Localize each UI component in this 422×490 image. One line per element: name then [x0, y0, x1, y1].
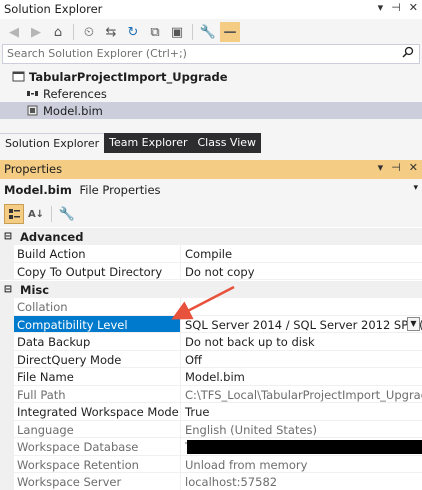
property-name: Workspace Server — [14, 473, 181, 490]
property-value — [181, 298, 422, 316]
pin-icon[interactable]: ⊣ — [391, 1, 401, 14]
object-selector[interactable]: Model.bim File Properties ▾ — [0, 181, 422, 200]
close-icon[interactable]: ✕ — [409, 161, 418, 174]
back-icon[interactable]: ◀ — [4, 22, 24, 42]
property-name: Collation — [14, 298, 181, 316]
search-placeholder: Search Solution Explorer (Ctrl+;) — [7, 47, 187, 60]
property-value: T — [181, 438, 422, 456]
compatibility-level-combo[interactable]: SQL Server 2014 / SQL Server 2012 SP1 (1… — [181, 316, 422, 333]
home-icon[interactable]: ⌂ — [48, 22, 68, 42]
properties-wrench-icon[interactable]: 🔧 — [198, 22, 218, 42]
property-row[interactable]: Integrated Workspace Mode True — [0, 403, 422, 421]
properties-titlebar[interactable]: Properties ▾ ⊣ ✕ — [0, 160, 422, 179]
solution-explorer-title: Solution Explorer — [4, 2, 103, 16]
property-name: Compatibility Level — [14, 315, 181, 333]
toolbar-divider — [192, 24, 193, 40]
category-advanced[interactable]: ⊟ Advanced — [0, 228, 422, 245]
tabs-filler — [261, 133, 422, 153]
dropdown-arrow-icon[interactable]: ▾ — [378, 161, 384, 174]
tree-item-label: TabularProjectImport_Upgrade — [29, 69, 228, 84]
property-row[interactable]: File Name Model.bim — [0, 368, 422, 386]
tab-team-explorer[interactable]: Team Explorer — [104, 133, 193, 153]
pin-icon[interactable]: ⊣ — [391, 161, 401, 174]
property-value: localhost:57582 — [181, 473, 422, 490]
property-grid: ⊟ Advanced Build Action Compile Copy To … — [0, 227, 422, 490]
property-value: C:\TFS_Local\TabularProjectImport_Upgrad… — [181, 386, 422, 403]
property-value: English (United States) — [181, 421, 422, 438]
close-icon[interactable]: ✕ — [409, 1, 418, 14]
chevron-down-icon[interactable]: ▾ — [413, 183, 418, 193]
properties-toolbar: A↓ 🔧 — [0, 203, 422, 225]
property-row[interactable]: Workspace Server localhost:57582 — [0, 473, 422, 490]
collapse-icon[interactable]: ⊟ — [2, 231, 14, 243]
property-row[interactable]: Copy To Output Directory Do not copy — [0, 262, 422, 280]
property-value[interactable]: Do not back up to disk — [181, 333, 422, 351]
show-all-files-icon[interactable]: ▣ — [167, 22, 187, 42]
categorized-icon[interactable] — [4, 204, 24, 224]
property-row[interactable]: Workspace Database T — [0, 438, 422, 456]
sync-icon[interactable]: ⇆ — [101, 22, 121, 42]
property-name: Language — [14, 420, 181, 438]
history-icon[interactable]: ⏲ — [79, 22, 99, 42]
dropdown-arrow-icon[interactable]: ▾ — [378, 1, 384, 14]
tree-item-model-bim[interactable]: Model.bim — [0, 102, 422, 119]
property-name: Full Path — [14, 385, 181, 403]
property-name: Workspace Database — [14, 438, 181, 456]
solution-explorer-titlebar[interactable]: Solution Explorer ▾ ⊣ ✕ — [0, 0, 422, 19]
search-icon[interactable] — [402, 46, 414, 61]
category-misc[interactable]: ⊟ Misc — [0, 281, 422, 298]
model-file-icon — [26, 104, 39, 117]
property-name: Integrated Workspace Mode — [14, 403, 181, 421]
property-name: Build Action — [14, 245, 181, 263]
tree-item-references[interactable]: References — [26, 85, 107, 102]
property-value: Unload from memory — [181, 456, 422, 473]
references-icon — [26, 87, 39, 100]
property-name: Copy To Output Directory — [14, 262, 181, 280]
property-name: Data Backup — [14, 333, 181, 351]
chevron-down-icon[interactable]: ▼ — [407, 316, 420, 331]
property-name: File Name — [14, 368, 181, 386]
object-name: Model.bim — [4, 183, 72, 197]
property-name: DirectQuery Mode — [14, 350, 181, 368]
property-value[interactable]: Off — [181, 351, 422, 368]
toolbar-divider — [73, 24, 74, 40]
property-row[interactable]: Full Path C:\TFS_Local\TabularProjectImp… — [0, 385, 422, 403]
category-label: Misc — [20, 282, 50, 297]
property-value[interactable]: Do not copy — [181, 263, 422, 280]
search-solution-explorer-input[interactable]: Search Solution Explorer (Ctrl+;) — [2, 44, 420, 64]
property-value[interactable]: True — [181, 403, 422, 421]
property-row-selected[interactable]: Compatibility Level SQL Server 2014 / SQ… — [0, 315, 422, 333]
property-row[interactable]: Data Backup Do not back up to disk — [0, 333, 422, 351]
solution-explorer-toolbar: ◀ ▶ ⌂ ⏲ ⇆ ↻ ⧉ ▣ 🔧 — — [0, 21, 422, 43]
tool-window-tabs: Solution Explorer Team Explorer Class Vi… — [0, 133, 422, 153]
property-value[interactable]: Compile — [181, 245, 422, 263]
tab-class-view[interactable]: Class View — [192, 133, 262, 153]
property-row[interactable]: Workspace Retention Unload from memory — [0, 455, 422, 473]
forward-icon[interactable]: ▶ — [26, 22, 46, 42]
tree-item-label: Model.bim — [43, 103, 103, 118]
category-label: Advanced — [20, 229, 84, 244]
solution-tree: TabularProjectImport_Upgrade References … — [0, 66, 422, 120]
property-value[interactable]: Model.bim — [181, 368, 422, 386]
collapse-icon[interactable]: ⊟ — [2, 284, 14, 296]
toolbar-divider — [51, 206, 52, 222]
tree-item-project[interactable]: TabularProjectImport_Upgrade — [12, 68, 228, 85]
tree-item-label: References — [43, 86, 107, 101]
property-row[interactable]: Language English (United States) — [0, 420, 422, 438]
property-row[interactable]: Collation — [0, 298, 422, 316]
project-icon — [12, 70, 25, 83]
properties-title: Properties — [4, 162, 63, 176]
property-pages-icon[interactable]: 🔧 — [57, 204, 77, 224]
tab-solution-explorer[interactable]: Solution Explorer — [0, 133, 105, 153]
collapse-all-icon[interactable]: ⧉ — [145, 22, 165, 42]
property-value: SQL Server 2014 / SQL Server 2012 SP1 (1… — [185, 317, 422, 332]
refresh-icon[interactable]: ↻ — [123, 22, 143, 42]
alphabetical-icon[interactable]: A↓ — [26, 204, 46, 224]
redaction-bar — [187, 440, 422, 454]
property-row[interactable]: Build Action Compile — [0, 245, 422, 263]
property-name: Workspace Retention — [14, 455, 181, 473]
property-row[interactable]: DirectQuery Mode Off — [0, 350, 422, 368]
object-type: File Properties — [79, 183, 161, 197]
preview-icon[interactable]: — — [220, 22, 240, 42]
